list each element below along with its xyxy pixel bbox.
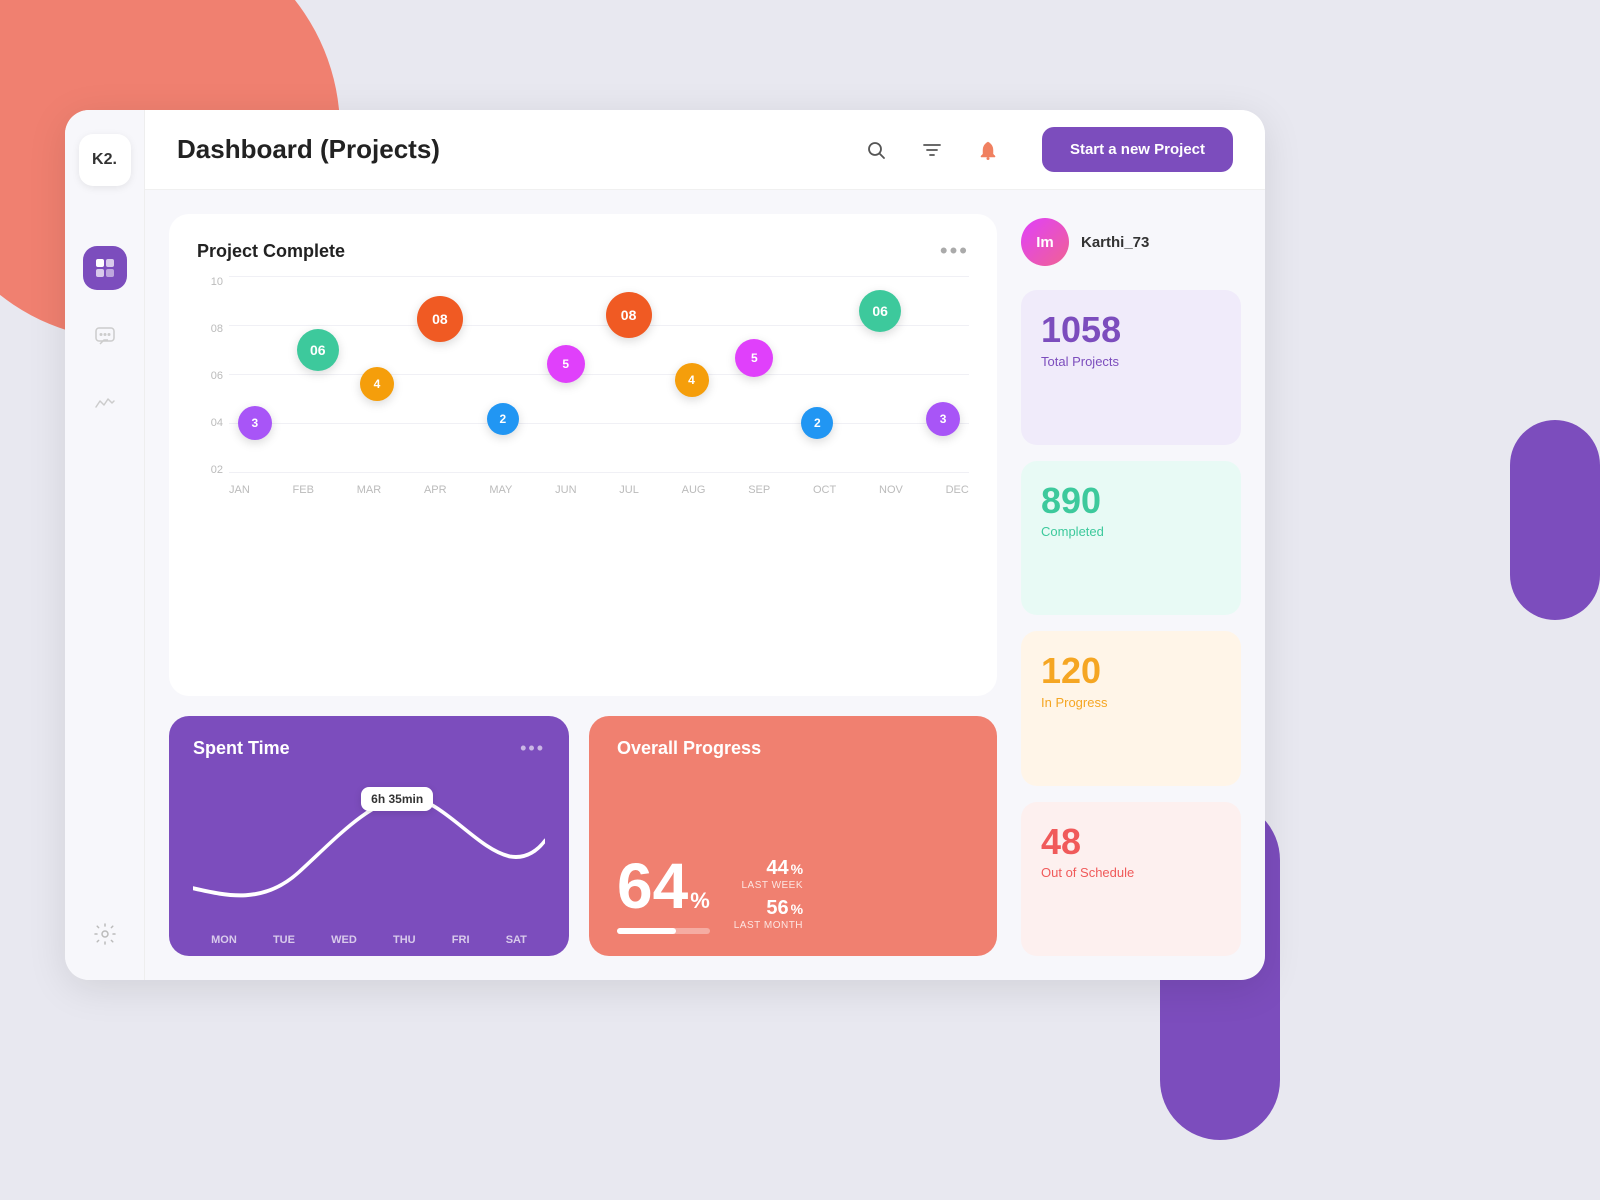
avatar: Im xyxy=(1021,218,1069,266)
new-project-button[interactable]: Start a new Project xyxy=(1042,127,1233,172)
last-month-value: 56 xyxy=(766,897,788,920)
bubble-dec: 3 xyxy=(926,402,960,436)
stat-label-completed: Completed xyxy=(1041,524,1221,539)
bubble-nov: 06 xyxy=(859,290,901,332)
right-column: Im Karthi_73 1058 Total Projects 890 Com… xyxy=(1021,214,1241,956)
spent-tooltip: 6h 35min xyxy=(361,787,433,811)
settings-icon[interactable] xyxy=(83,912,127,956)
user-name: Karthi_73 xyxy=(1081,234,1149,251)
spent-time-card: Spent Time ••• 6h 35min MON xyxy=(169,716,569,956)
bubble-mar: 4 xyxy=(360,367,394,401)
x-axis: JAN FEB MAR APR MAY JUN JUL AUG SEP OCT … xyxy=(229,484,969,496)
bubble-chart: 10 08 06 04 02 xyxy=(197,276,969,496)
chart-area: 3064082508452063 xyxy=(229,276,969,472)
spent-time-menu[interactable]: ••• xyxy=(520,738,545,759)
bottom-row: Spent Time ••• 6h 35min MON xyxy=(169,716,997,956)
project-complete-card: Project Complete ••• 10 08 06 04 02 xyxy=(169,214,997,696)
page-title: Dashboard (Projects) xyxy=(177,134,842,165)
overall-progress-card: Overall Progress 64 % xyxy=(589,716,997,956)
filter-button[interactable] xyxy=(914,132,950,168)
progress-bar-fill xyxy=(617,928,676,934)
stat-number-outofschedule: 48 xyxy=(1041,822,1221,862)
nav-activity[interactable] xyxy=(83,382,127,426)
bubble-aug: 4 xyxy=(675,363,709,397)
stat-card-outofschedule: 48 Out of Schedule xyxy=(1021,802,1241,957)
stat-card-total: 1058 Total Projects xyxy=(1021,290,1241,445)
logo: K2. xyxy=(79,134,131,186)
stat-label-outofschedule: Out of Schedule xyxy=(1041,865,1221,880)
bubble-sep: 5 xyxy=(735,339,773,377)
bubble-jul: 08 xyxy=(606,292,652,338)
stat-number-total: 1058 xyxy=(1041,310,1221,350)
progress-bar xyxy=(617,928,710,934)
bubble-jan: 3 xyxy=(238,406,272,440)
y-axis: 10 08 06 04 02 xyxy=(197,276,227,496)
progress-percent-symbol: % xyxy=(690,888,710,914)
left-column: Project Complete ••• 10 08 06 04 02 xyxy=(169,214,997,956)
last-week-value: 44 xyxy=(766,857,788,880)
notification-button[interactable] xyxy=(970,132,1006,168)
stat-label-total: Total Projects xyxy=(1041,354,1221,369)
header-icons xyxy=(858,132,1006,168)
stat-card-completed: 890 Completed xyxy=(1021,461,1241,616)
bubble-feb: 06 xyxy=(297,329,339,371)
stat-card-inprogress: 120 In Progress xyxy=(1021,631,1241,786)
progress-percent: 64 xyxy=(617,854,688,918)
progress-stats: 44 % LAST WEEK 56 % xyxy=(734,857,803,931)
progress-body: 64 % 44 xyxy=(617,854,969,934)
header: Dashboard (Projects) xyxy=(145,110,1265,190)
stat-label-inprogress: In Progress xyxy=(1041,695,1221,710)
main-window: K2. xyxy=(65,110,1265,980)
sidebar: K2. xyxy=(65,110,145,980)
content: Dashboard (Projects) xyxy=(145,110,1265,980)
spent-time-title: Spent Time xyxy=(193,738,290,759)
sidebar-bottom xyxy=(83,912,127,956)
chart-menu[interactable]: ••• xyxy=(940,238,969,264)
search-button[interactable] xyxy=(858,132,894,168)
bubbles-container: 3064082508452063 xyxy=(229,276,969,472)
bubble-oct: 2 xyxy=(801,407,833,439)
body: Project Complete ••• 10 08 06 04 02 xyxy=(145,190,1265,980)
bubble-jun: 5 xyxy=(547,345,585,383)
user-profile: Im Karthi_73 xyxy=(1021,214,1241,270)
spent-chart-area: 6h 35min xyxy=(193,769,545,928)
bubble-may: 2 xyxy=(487,403,519,435)
progress-title: Overall Progress xyxy=(617,738,969,759)
bubble-apr: 08 xyxy=(417,296,463,342)
chart-header: Project Complete ••• xyxy=(197,238,969,264)
nav-dashboard[interactable] xyxy=(83,246,127,290)
stat-number-completed: 890 xyxy=(1041,481,1221,521)
nav-chat[interactable] xyxy=(83,314,127,358)
bg-rect-right xyxy=(1510,420,1600,620)
last-month-label: LAST MONTH xyxy=(734,920,803,931)
chart-title: Project Complete xyxy=(197,241,345,262)
stat-number-inprogress: 120 xyxy=(1041,651,1221,691)
spent-xaxis: MON TUE WED THU FRI SAT xyxy=(193,928,545,956)
last-week-label: LAST WEEK xyxy=(734,880,803,891)
nav-items xyxy=(83,246,127,882)
